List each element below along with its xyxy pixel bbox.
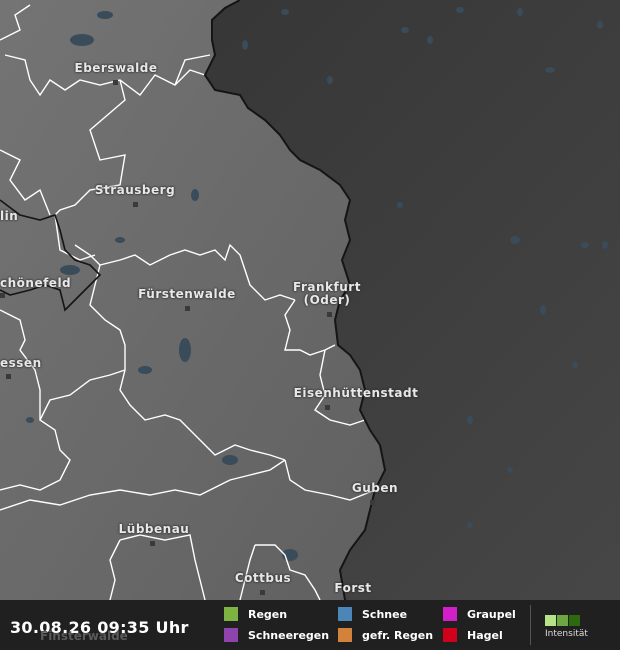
legend-label-graupel: Graupel: [467, 607, 516, 621]
city-dot-eisenhuettenstadt: [325, 405, 330, 410]
legend-item-schneeregen: Schneeregen: [224, 627, 329, 643]
city-dot-frankfurt: [327, 312, 332, 317]
legend-item-hagel: Hagel: [443, 627, 503, 643]
city-label-eberswalde: Eberswalde: [74, 61, 158, 75]
city-dot-eberswalde: [113, 80, 118, 85]
legend-label-hagel: Hagel: [467, 628, 503, 642]
city-dot-guben: [370, 500, 375, 505]
legend-label-schneeregen: Schneeregen: [248, 628, 330, 642]
city-label-strausberg: Strausberg: [94, 183, 176, 197]
legend-label-regen: Regen: [248, 607, 288, 621]
city-label-luebbenau: Lübbenau: [118, 522, 190, 536]
city-label-finsterwalde: Finsterwalde: [40, 629, 128, 643]
city-label-frankfurt-oder: Frankfurt (Oder): [293, 280, 361, 307]
intensity-label: Intensität: [545, 629, 588, 639]
city-label-fuerstenwalde: Fürstenwalde: [138, 287, 236, 301]
legend-item-regen: Regen: [224, 606, 287, 622]
legend-label-gefr-regen: gefr. Regen: [362, 628, 434, 642]
city-dot-cottbus: [260, 590, 265, 595]
intensity-scale: [545, 611, 581, 630]
legend-swatch-schneeregen: [224, 628, 238, 642]
legend-swatch-graupel: [443, 607, 457, 621]
legend-swatch-schnee: [338, 607, 352, 621]
city-label-cottbus: Cottbus: [234, 571, 292, 585]
city-dot-strausberg: [133, 202, 138, 207]
intensity-box-mid: [557, 615, 568, 626]
city-label-guben: Guben: [351, 481, 399, 495]
legend-item-graupel: Graupel: [443, 606, 516, 622]
legend-swatch-hagel: [443, 628, 457, 642]
intensity-box-low: [545, 615, 556, 626]
legend-label-schnee: Schnee: [362, 607, 408, 621]
city-dot-schoenefeld: [0, 293, 5, 298]
city-dot-essen: [6, 374, 11, 379]
weather-radar-map[interactable]: [0, 0, 620, 650]
legend-swatch-regen: [224, 607, 238, 621]
city-dot-luebbenau: [150, 541, 155, 546]
city-dot-fuerstenwalde: [185, 306, 190, 311]
city-label-forst: Forst: [334, 581, 372, 595]
legend-separator: [530, 605, 531, 645]
legend-item-schnee: Schnee: [338, 606, 407, 622]
legend-item-gefr-regen: gefr. Regen: [338, 627, 433, 643]
city-label-schoenefeld-partial: chönefeld: [0, 276, 72, 290]
city-label-essen-partial: essen: [0, 356, 42, 370]
city-label-berlin-partial: lin: [0, 209, 19, 223]
intensity-box-high: [569, 615, 580, 626]
city-label-eisenhuettenstadt: Eisenhüttenstadt: [293, 386, 419, 400]
legend-swatch-gefr-regen: [338, 628, 352, 642]
